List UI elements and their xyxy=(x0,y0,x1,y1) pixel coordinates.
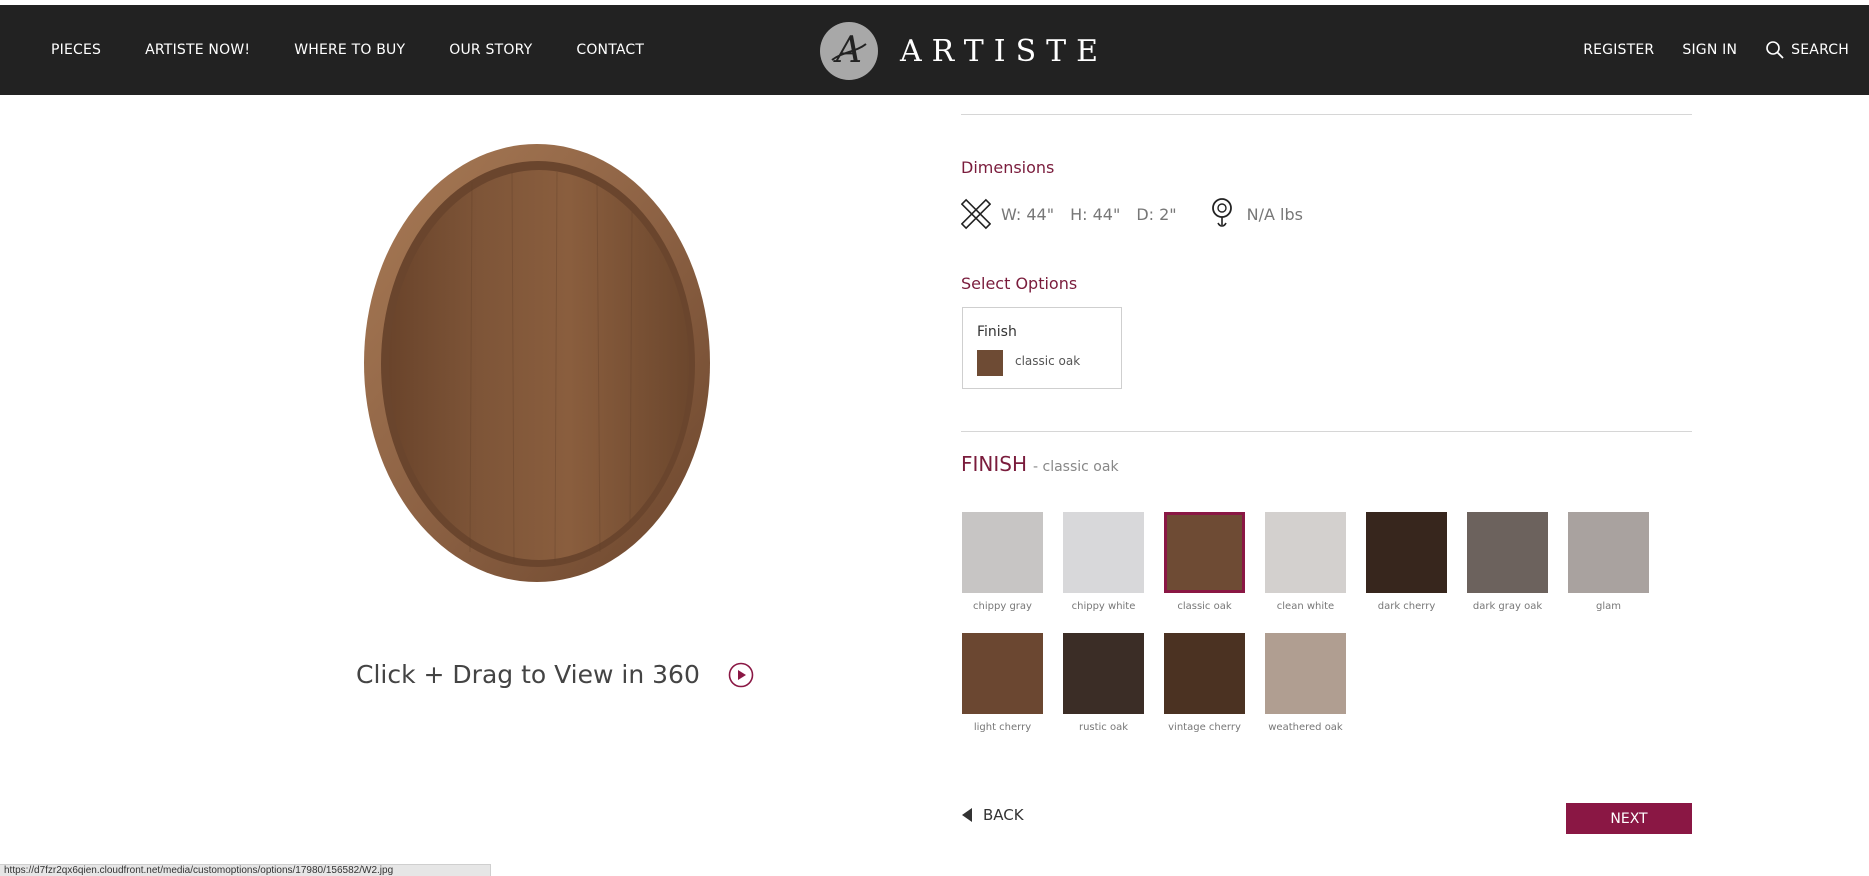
logo-text: ARTISTE xyxy=(900,33,1109,69)
triangle-left-icon xyxy=(962,808,972,822)
view-360-control[interactable]: Click + Drag to View in 360 xyxy=(356,660,754,689)
back-label: BACK xyxy=(983,806,1024,824)
finish-swatch-label: chippy white xyxy=(1071,601,1136,612)
finish-swatch-chip xyxy=(1164,633,1245,714)
back-button[interactable]: BACK xyxy=(961,806,1024,824)
finish-swatch[interactable]: dark gray oak xyxy=(1467,512,1548,612)
finish-swatch[interactable]: vintage cherry xyxy=(1164,633,1245,733)
finish-swatch-chip xyxy=(1467,512,1548,593)
dimension-depth: D: 2" xyxy=(1136,204,1177,224)
divider-top xyxy=(961,114,1692,115)
register-link[interactable]: REGISTER xyxy=(1583,42,1654,58)
status-bar-url: https://d7fzr2qx6qien.cloudfront.net/med… xyxy=(0,864,491,876)
finish-swatch-label: light cherry xyxy=(973,722,1032,733)
finish-option-swatch xyxy=(977,350,1003,376)
nav-where-to-buy[interactable]: WHERE TO BUY xyxy=(294,42,405,58)
finish-heading-title: FINISH xyxy=(961,452,1027,476)
nav-pieces[interactable]: PIECES xyxy=(51,42,101,58)
finish-swatch[interactable]: glam xyxy=(1568,512,1649,612)
finish-swatch-label: chippy gray xyxy=(973,601,1032,612)
finish-swatch[interactable]: weathered oak xyxy=(1265,633,1346,733)
finish-option-label: Finish xyxy=(977,324,1017,340)
finish-swatch[interactable]: rustic oak xyxy=(1063,633,1144,733)
play-360-icon[interactable] xyxy=(728,662,754,688)
select-options-title: Select Options xyxy=(961,274,1078,293)
finish-swatch-label: glam xyxy=(1596,601,1621,612)
search-label: SEARCH xyxy=(1791,42,1849,58)
product-image-360[interactable] xyxy=(362,142,712,593)
ruler-pencil-icon xyxy=(961,198,991,230)
finish-swatch-label: weathered oak xyxy=(1268,722,1343,733)
finish-swatch-chip xyxy=(962,512,1043,593)
divider-middle xyxy=(961,431,1692,432)
svg-text:A: A xyxy=(833,30,862,71)
finish-swatch[interactable]: clean white xyxy=(1265,512,1346,612)
finish-swatch-chip xyxy=(1265,633,1346,714)
nav-our-story[interactable]: OUR STORY xyxy=(449,42,532,58)
finish-swatch-chip xyxy=(1063,633,1144,714)
finish-swatch[interactable]: chippy white xyxy=(1063,512,1144,612)
finish-swatch[interactable]: light cherry xyxy=(962,633,1043,733)
finish-swatch-chip xyxy=(1164,512,1245,593)
finish-swatch-label: dark gray oak xyxy=(1472,601,1543,612)
finish-swatch-label: classic oak xyxy=(1177,601,1232,612)
account-nav: REGISTER SIGN IN SEARCH xyxy=(1555,5,1849,95)
finish-swatch-label: vintage cherry xyxy=(1168,722,1241,733)
main-nav: PIECES ARTISTE NOW! WHERE TO BUY OUR STO… xyxy=(51,5,688,95)
finish-swatch[interactable]: chippy gray xyxy=(962,512,1043,612)
finish-swatch-chip xyxy=(1568,512,1649,593)
finish-swatch-chip xyxy=(1265,512,1346,593)
finish-heading: FINISH - classic oak xyxy=(961,452,1119,476)
finish-swatch-label: dark cherry xyxy=(1377,601,1436,612)
finish-option-card[interactable]: Finish classic oak xyxy=(962,307,1122,389)
logo[interactable]: A ARTISTE xyxy=(820,22,1108,80)
section-title-partial xyxy=(961,95,991,101)
dimensions-title: Dimensions xyxy=(961,158,1055,177)
site-header: PIECES ARTISTE NOW! WHERE TO BUY OUR STO… xyxy=(0,5,1869,95)
finish-swatch[interactable]: classic oak xyxy=(1164,512,1245,612)
next-button[interactable]: NEXT xyxy=(1566,803,1692,834)
logo-mark-icon: A xyxy=(820,22,878,80)
finish-swatch-chip xyxy=(1063,512,1144,593)
finish-swatch-chip xyxy=(962,633,1043,714)
dimensions-row: W: 44" H: 44" D: 2" N/A lbs xyxy=(961,197,1303,231)
dimension-width: W: 44" xyxy=(1001,204,1055,224)
finish-swatch-label: rustic oak xyxy=(1078,722,1129,733)
dimension-height: H: 44" xyxy=(1070,204,1121,224)
finish-option-value: classic oak xyxy=(1015,354,1081,368)
dimension-weight: N/A lbs xyxy=(1246,204,1303,224)
nav-contact[interactable]: CONTACT xyxy=(576,42,644,58)
finish-heading-selected: - classic oak xyxy=(1033,459,1119,475)
search-icon xyxy=(1766,41,1784,59)
nav-artiste-now[interactable]: ARTISTE NOW! xyxy=(145,42,250,58)
sign-in-link[interactable]: SIGN IN xyxy=(1682,42,1737,58)
finish-swatch[interactable]: dark cherry xyxy=(1366,512,1447,612)
finish-swatch-label: clean white xyxy=(1276,601,1335,612)
weight-scale-icon xyxy=(1211,198,1232,227)
search-link[interactable]: SEARCH xyxy=(1765,40,1849,60)
view-360-label: Click + Drag to View in 360 xyxy=(356,660,700,689)
finish-swatch-chip xyxy=(1366,512,1447,593)
